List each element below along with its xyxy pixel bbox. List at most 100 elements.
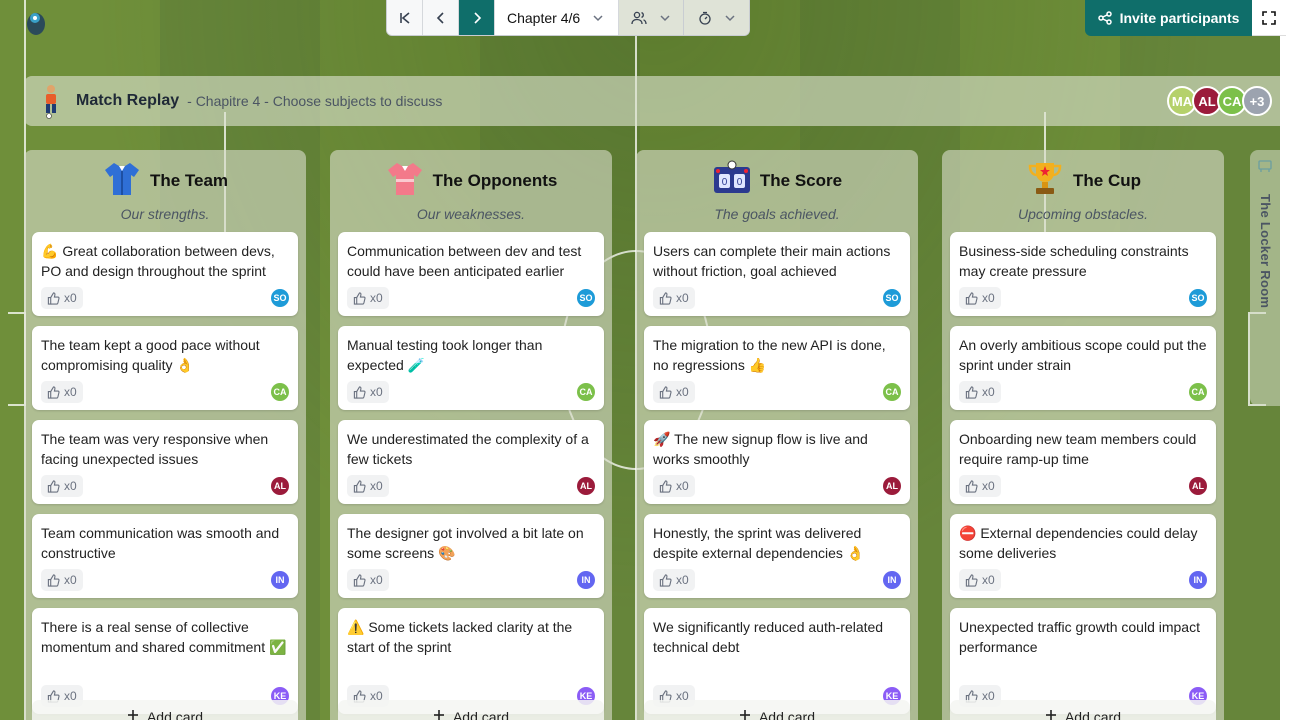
retro-card[interactable]: Onboarding new team members could requir… xyxy=(950,420,1216,504)
vote-button[interactable]: x0 xyxy=(41,381,83,403)
retro-card[interactable]: 💪 Great collaboration between devs, PO a… xyxy=(32,232,298,316)
app-logo-icon xyxy=(27,13,45,35)
plus-icon xyxy=(433,710,444,720)
retro-card[interactable]: Users can complete their main actions wi… xyxy=(644,232,910,316)
column-subtitle: The goals achieved. xyxy=(714,206,840,222)
add-card-button[interactable]: Add card xyxy=(338,700,604,720)
retro-card[interactable]: Honestly, the sprint was delivered despi… xyxy=(644,514,910,598)
timer-dropdown[interactable] xyxy=(684,0,749,35)
card-text: Manual testing took longer than expected… xyxy=(347,337,543,373)
card-footer: x0 AL xyxy=(959,475,1207,497)
thumbs-up-icon xyxy=(659,291,672,305)
vote-count: x0 xyxy=(370,385,383,399)
participants-avatars[interactable]: MA AL CA +3 xyxy=(1167,86,1272,116)
retro-card[interactable]: The migration to the new API is done, no… xyxy=(644,326,910,410)
retro-card[interactable]: ⛔ External dependencies could delay some… xyxy=(950,514,1216,598)
retro-card[interactable]: Unexpected traffic growth could impact p… xyxy=(950,608,1216,714)
vote-button[interactable]: x0 xyxy=(653,475,695,497)
card-author-avatar: IN xyxy=(577,571,595,589)
vote-button[interactable]: x0 xyxy=(653,287,695,309)
thumbs-up-icon xyxy=(965,385,978,399)
thumbs-up-icon xyxy=(353,573,366,587)
column-the-cup: The Cup Upcoming obstacles. Business-side … xyxy=(942,150,1224,720)
vote-button[interactable]: x0 xyxy=(347,475,389,497)
add-card-label: Add card xyxy=(1064,709,1122,720)
vote-button[interactable]: x0 xyxy=(959,569,1001,591)
vote-button[interactable]: x0 xyxy=(41,569,83,591)
column-the-opponents: The Opponents Our weaknesses. Communicatio… xyxy=(330,150,612,720)
fullscreen-button[interactable] xyxy=(1252,0,1286,36)
card-text: The team kept a good pace without compro… xyxy=(41,337,260,373)
card-text: We underestimated the complexity of a fe… xyxy=(347,431,589,467)
column-title: The Opponents xyxy=(432,171,558,190)
retro-card[interactable]: ⚠️ Some tickets lacked clarity at the st… xyxy=(338,608,604,714)
retro-card[interactable]: There is a real sense of collective mome… xyxy=(32,608,298,714)
column-title: The Score xyxy=(759,171,843,190)
retro-card[interactable]: We significantly reduced auth-related te… xyxy=(644,608,910,714)
retro-card[interactable]: Team communication was smooth and constr… xyxy=(32,514,298,598)
card-text: An overly ambitious scope could put the … xyxy=(959,337,1207,373)
card-text: We significantly reduced auth-related te… xyxy=(653,619,884,655)
vote-button[interactable]: x0 xyxy=(347,287,389,309)
next-chapter-button[interactable] xyxy=(459,0,495,35)
chapter-select[interactable]: Chapter 4/6 xyxy=(495,0,619,35)
add-card-button[interactable]: Add card xyxy=(950,700,1216,720)
retro-card[interactable]: 🚀 The new signup flow is live and works … xyxy=(644,420,910,504)
card-footer: x0 AL xyxy=(41,475,289,497)
locker-room-panel[interactable]: The Locker Room xyxy=(1250,150,1280,406)
card-author-avatar: CA xyxy=(1189,383,1207,401)
column-header: The Opponents xyxy=(330,158,612,204)
vote-button[interactable]: x0 xyxy=(959,287,1001,309)
chevron-down-icon xyxy=(724,14,735,21)
vote-button[interactable]: x0 xyxy=(41,475,83,497)
retro-card[interactable]: Manual testing took longer than expected… xyxy=(338,326,604,410)
retro-card[interactable]: The designer got involved a bit late on … xyxy=(338,514,604,598)
chevron-down-icon xyxy=(660,14,670,21)
card-text: Team communication was smooth and constr… xyxy=(41,525,280,561)
card-footer: x0 IN xyxy=(347,569,595,591)
column-subtitle: Our weaknesses. xyxy=(416,206,526,222)
vote-button[interactable]: x0 xyxy=(347,569,389,591)
thumbs-up-icon xyxy=(965,573,978,587)
card-footer: x0 SO xyxy=(653,287,901,309)
column-title: The Cup xyxy=(1073,171,1141,190)
vote-button[interactable]: x0 xyxy=(959,381,1001,403)
retro-card[interactable]: An overly ambitious scope could put the … xyxy=(950,326,1216,410)
vote-button[interactable]: x0 xyxy=(959,475,1001,497)
retro-card[interactable]: Communication between dev and test could… xyxy=(338,232,604,316)
retro-card[interactable]: The team was very responsive when facing… xyxy=(32,420,298,504)
thumbs-up-icon xyxy=(659,385,672,399)
share-icon xyxy=(1097,11,1112,25)
add-card-label: Add card xyxy=(758,709,816,720)
card-author-avatar: SO xyxy=(577,289,595,307)
add-card-button[interactable]: Add card xyxy=(644,700,910,720)
svg-text:0: 0 xyxy=(722,177,728,188)
thumbs-up-icon xyxy=(659,479,672,493)
vote-button[interactable]: x0 xyxy=(653,569,695,591)
scoreboard-icon: 00 xyxy=(712,159,752,204)
column-header: The Team xyxy=(24,158,306,204)
retro-card[interactable]: Business-side scheduling constraints may… xyxy=(950,232,1216,316)
plus-icon xyxy=(739,710,750,720)
vote-count: x0 xyxy=(64,573,77,587)
retro-card[interactable]: The team kept a good pace without compro… xyxy=(32,326,298,410)
vote-count: x0 xyxy=(676,385,689,399)
card-footer: x0 CA xyxy=(347,381,595,403)
thumbs-up-icon xyxy=(965,291,978,305)
card-author-avatar: IN xyxy=(1189,571,1207,589)
add-card-button[interactable]: Add card xyxy=(32,700,298,720)
invite-participants-button[interactable]: Invite participants xyxy=(1085,0,1252,36)
card-footer: x0 SO xyxy=(41,287,289,309)
more-participants-badge[interactable]: +3 xyxy=(1242,86,1272,116)
fullscreen-icon xyxy=(1262,10,1276,25)
card-text: The migration to the new API is done, no… xyxy=(653,337,886,373)
skip-back-icon xyxy=(399,11,410,24)
vote-button[interactable]: x0 xyxy=(347,381,389,403)
retro-card[interactable]: We underestimated the complexity of a fe… xyxy=(338,420,604,504)
card-footer: x0 IN xyxy=(653,569,901,591)
vote-button[interactable]: x0 xyxy=(653,381,695,403)
previous-chapter-button[interactable] xyxy=(423,0,459,35)
participants-dropdown[interactable] xyxy=(619,0,684,35)
vote-button[interactable]: x0 xyxy=(41,287,83,309)
first-chapter-button[interactable] xyxy=(387,0,423,35)
